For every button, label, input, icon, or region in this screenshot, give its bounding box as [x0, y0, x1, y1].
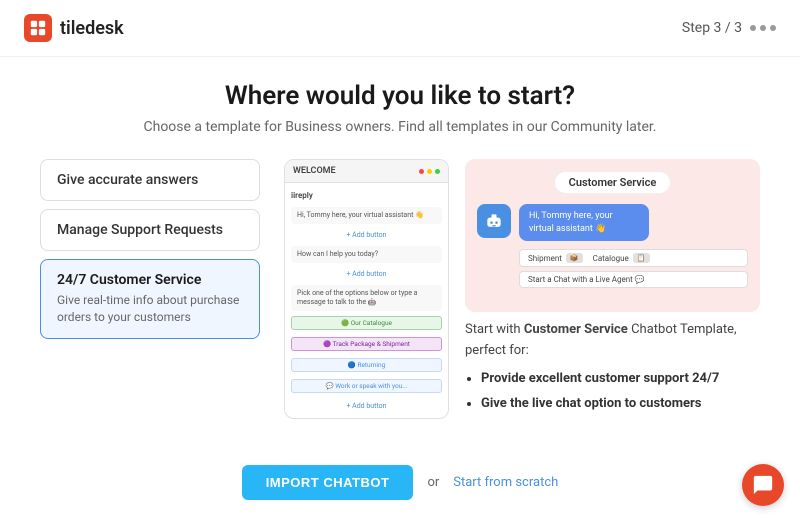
cs-chat-bubble: Hi, Tommy here, your virtual assistant 👋	[519, 204, 649, 241]
logo: tiledesk	[24, 14, 124, 42]
flow-opt-speak[interactable]: 💬 Work or speak with you...	[291, 379, 442, 393]
flow-header-dots	[419, 169, 440, 174]
flow-bot-name: iireply	[291, 189, 442, 202]
or-text: or	[427, 475, 439, 490]
flow-opt-returning[interactable]: 🔵 Returning	[291, 358, 442, 372]
cs-btn-shipment: Shipment 📦 Catalogue 📋	[519, 249, 748, 267]
start-from-scratch-link[interactable]: Start from scratch	[453, 475, 558, 490]
flow-dot-yellow	[427, 169, 432, 174]
flow-add-btn-1[interactable]: + Add button	[291, 229, 442, 241]
template-item-accurate[interactable]: Give accurate answers	[40, 159, 260, 201]
desc-template-name: Customer Service	[524, 322, 628, 337]
flow-dot-green	[435, 169, 440, 174]
step-dots	[750, 25, 776, 31]
step-dot-3	[770, 25, 776, 31]
flow-title: WELCOME	[293, 166, 336, 176]
flow-header: WELCOME	[285, 160, 448, 183]
flow-add-btn-2[interactable]: + Add button	[291, 268, 442, 280]
flow-preview: WELCOME iireply Hi, Tommy here, your vir…	[284, 159, 449, 419]
desc-prefix: Start with	[465, 322, 524, 337]
flow-dot-red	[419, 169, 424, 174]
cs-live-btn: Start a Chat with a Live Agent 💬	[519, 271, 748, 288]
flow-msg-1: Hi, Tommy here, your virtual assistant 👋	[291, 207, 442, 224]
flow-opt-track[interactable]: 🟣 Track Package & Shipment	[291, 337, 442, 351]
bullet-list: Provide excellent customer support 24/7 …	[465, 369, 760, 415]
template-list: Give accurate answers Manage Support Req…	[40, 159, 260, 419]
cs-buttons: Shipment 📦 Catalogue 📋 Start a Chat with…	[477, 249, 748, 288]
import-chatbot-button[interactable]: IMPORT CHATBOT	[242, 465, 414, 500]
flow-opt-catalogue[interactable]: 🟢 Our Catalogue	[291, 316, 442, 330]
logo-icon	[24, 14, 52, 42]
preview-right-panel: Customer Service Hi, Tommy here, you	[465, 159, 760, 419]
bullet-2: Give the live chat option to customers	[481, 394, 760, 415]
page-subtitle: Choose a template for Business owners. F…	[40, 119, 760, 135]
cs-bot-area: Hi, Tommy here, your virtual assistant 👋	[477, 204, 748, 241]
cs-preview: Customer Service Hi, Tommy here, you	[465, 159, 760, 312]
header: tiledesk Step 3 / 3	[0, 0, 800, 57]
template-item-customer[interactable]: 24/7 Customer Service Give real-time inf…	[40, 259, 260, 339]
flow-content: iireply Hi, Tommy here, your virtual ass…	[285, 183, 448, 418]
logo-text: tiledesk	[60, 18, 124, 39]
cs-bot-icon	[477, 204, 511, 238]
template-customer-desc: Give real-time info about purchase order…	[57, 292, 243, 326]
cs-header-tag: Customer Service	[554, 171, 672, 194]
preview-panel: WELCOME iireply Hi, Tommy here, your vir…	[284, 159, 760, 419]
step-dot-2	[760, 25, 766, 31]
main-content: Where would you like to start? Choose a …	[0, 57, 800, 439]
template-item-support[interactable]: Manage Support Requests	[40, 209, 260, 251]
flow-add-btn-3[interactable]: + Add button	[291, 400, 442, 412]
flow-msg-2: How can I help you today?	[291, 246, 442, 263]
chat-fab-button[interactable]	[742, 464, 784, 506]
preview-description: Start with Customer Service Chatbot Temp…	[465, 320, 760, 419]
flow-msg-3: Pick one of the options below or type a …	[291, 285, 442, 311]
bullet-1: Provide excellent customer support 24/7	[481, 369, 760, 390]
template-customer-title: 24/7 Customer Service	[57, 272, 243, 288]
footer: IMPORT CHATBOT or Start from scratch	[0, 465, 800, 500]
step-dot-1	[750, 25, 756, 31]
content-area: Give accurate answers Manage Support Req…	[40, 159, 760, 419]
page-title: Where would you like to start?	[40, 81, 760, 111]
step-indicator: Step 3 / 3	[682, 20, 776, 36]
step-text: Step 3 / 3	[682, 20, 742, 36]
